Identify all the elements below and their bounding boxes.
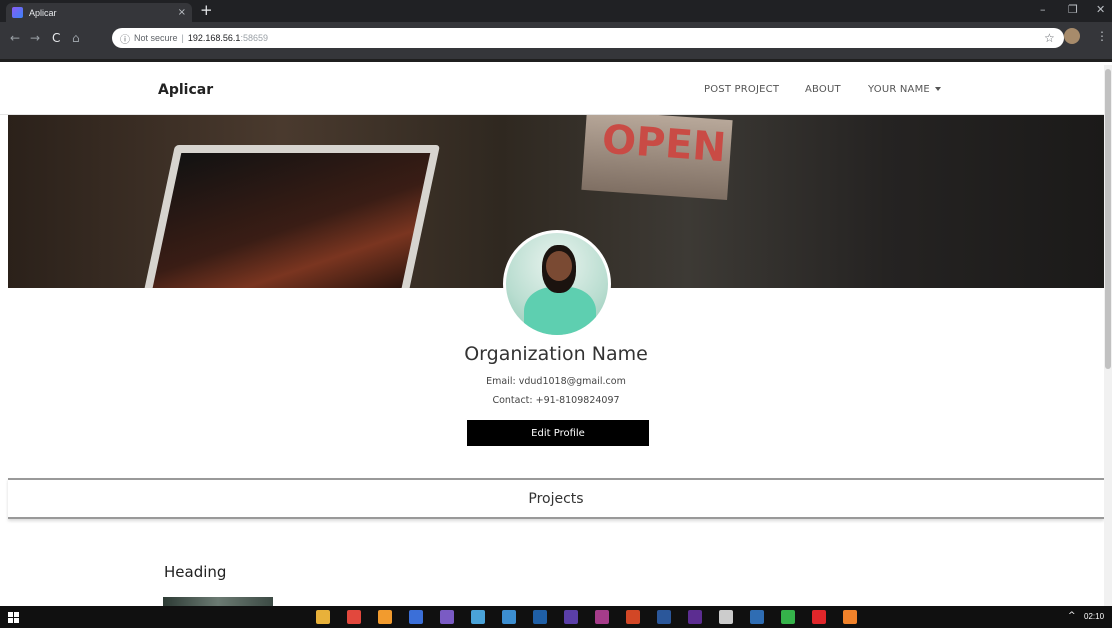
firefox-icon[interactable] <box>843 610 857 624</box>
bookmark-star-icon[interactable]: ☆ <box>1044 31 1055 45</box>
sublime-icon[interactable] <box>378 610 392 624</box>
site-navbar: Aplicar POST PROJECT ABOUT YOUR NAME <box>0 65 1104 115</box>
media-icon[interactable] <box>471 610 485 624</box>
chrome-icon[interactable] <box>347 610 361 624</box>
project-card-heading: Heading <box>164 563 227 581</box>
windows-taskbar: ^ 02:10 <box>0 606 1112 628</box>
browser-toolbar: ← → C ⌂ ⓘ Not secure | 192.168.56.1 :586… <box>0 22 1112 62</box>
page-scrollbar[interactable] <box>1104 65 1112 606</box>
nav-post-project[interactable]: POST PROJECT <box>704 84 779 95</box>
scrollbar-thumb[interactable] <box>1105 69 1111 369</box>
browser-tab-bar: Aplicar × + – ❐ ✕ <box>0 0 1112 22</box>
site-brand[interactable]: Aplicar <box>158 82 213 98</box>
nav-user-label: YOUR NAME <box>868 84 930 95</box>
edit-profile-button[interactable]: Edit Profile <box>467 420 649 446</box>
minimize-icon[interactable]: – <box>1040 3 1046 16</box>
windows-start-icon[interactable] <box>8 612 19 623</box>
web-page: Aplicar POST PROJECT ABOUT YOUR NAME OPE… <box>0 65 1112 606</box>
tray-chevron-icon[interactable]: ^ <box>1068 611 1076 621</box>
file-explorer-icon[interactable] <box>316 610 330 624</box>
opera-icon[interactable] <box>812 610 826 624</box>
profile-avatar-icon[interactable] <box>1064 28 1080 44</box>
browser-menu-icon[interactable]: ⋮ <box>1096 29 1108 43</box>
restore-icon[interactable]: ❐ <box>1068 3 1078 16</box>
forward-icon[interactable]: → <box>30 31 40 45</box>
powerpoint-icon[interactable] <box>626 610 640 624</box>
whatsapp-icon[interactable] <box>781 610 795 624</box>
photo-icon[interactable] <box>440 610 454 624</box>
url-port: :58659 <box>240 33 268 43</box>
close-window-icon[interactable]: ✕ <box>1096 3 1105 16</box>
tab-title: Aplicar <box>29 7 57 18</box>
app-icon[interactable] <box>409 610 423 624</box>
caret-down-icon <box>934 87 941 91</box>
nav-about[interactable]: ABOUT <box>805 84 841 95</box>
back-icon[interactable]: ← <box>10 31 20 45</box>
home-icon[interactable]: ⌂ <box>72 31 80 45</box>
projects-title: Projects <box>528 490 584 507</box>
profile-email: Email: vdud1018@gmail.com <box>486 376 626 387</box>
open-sign-text: OPEN <box>600 116 728 172</box>
browser-tab[interactable]: Aplicar × <box>6 3 192 22</box>
url-separator: | <box>181 33 184 43</box>
projects-section-header: Projects <box>8 478 1104 519</box>
address-bar[interactable]: ⓘ Not secure | 192.168.56.1 :58659 <box>112 28 1064 48</box>
avatar-head <box>546 251 572 281</box>
favicon-icon <box>12 7 23 18</box>
organization-name: Organization Name <box>464 343 648 365</box>
word-icon[interactable] <box>657 610 671 624</box>
reload-icon[interactable]: C <box>52 31 60 45</box>
laptop-screen <box>149 153 431 288</box>
project-card-image[interactable] <box>163 597 273 606</box>
photoshop-icon[interactable] <box>533 610 547 624</box>
premiere-icon[interactable] <box>564 610 578 624</box>
avatar-body <box>524 287 596 335</box>
tab-close-icon[interactable]: × <box>178 7 186 18</box>
image-icon[interactable] <box>502 610 516 624</box>
nav-user-dropdown[interactable]: YOUR NAME <box>868 84 941 95</box>
url-host: 192.168.56.1 <box>187 33 241 43</box>
info-icon[interactable]: ⓘ <box>120 31 130 46</box>
visualstudio-icon[interactable] <box>688 610 702 624</box>
laptop-graphic <box>140 145 441 288</box>
settings-icon[interactable] <box>719 610 733 624</box>
profile-avatar <box>503 230 611 338</box>
taskbar-clock[interactable]: 02:10 <box>1084 612 1104 621</box>
new-tab-icon[interactable]: + <box>200 1 213 19</box>
xd-icon[interactable] <box>595 610 609 624</box>
photos-icon[interactable] <box>750 610 764 624</box>
security-label: Not secure <box>134 33 178 43</box>
profile-contact: Contact: +91-8109824097 <box>492 395 620 406</box>
